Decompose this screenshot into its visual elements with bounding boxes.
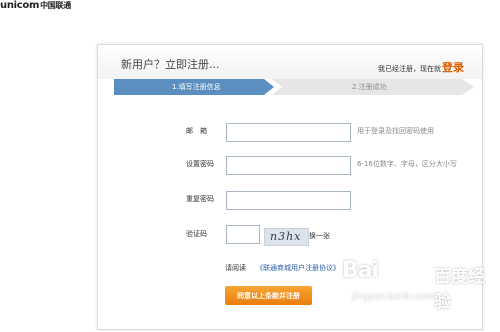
email-field[interactable] (226, 123, 351, 142)
logo-latin: unicom (0, 0, 40, 11)
card-header: 新用户？立即注册... 我已经注册，现在就登录 (98, 45, 482, 79)
agreement-link[interactable]: 《联通商城用户注册协议》 (256, 263, 340, 273)
page-title: 新用户？立即注册... (121, 58, 220, 71)
captcha-label: 验证码 (186, 230, 207, 238)
agree-register-button[interactable]: 同意以上条款并注册 (225, 286, 312, 305)
watermark-url: jingyan.baidu.com (352, 292, 436, 302)
email-hint: 用于登录及找回密码使用 (357, 127, 434, 135)
captcha-image-text: n3hx (270, 230, 302, 243)
login-hint: 我已经注册，现在就登录 (378, 59, 464, 75)
captcha-input[interactable] (226, 225, 260, 244)
password-label: 设置密码 (186, 160, 214, 168)
agreement-prefix: 请阅读 (225, 264, 246, 272)
watermark: Bai 百度经验 jingyan.baidu.com (342, 258, 500, 332)
captcha-refresh-link[interactable]: 换一张 (309, 231, 330, 241)
confirm-password-field[interactable] (226, 191, 351, 210)
step-fill-info: 1.填写注册信息 (114, 79, 274, 95)
login-link[interactable]: 登录 (442, 61, 464, 74)
unicom-logo: unicom中国联通 (0, 0, 71, 11)
watermark-label: 百度经验 (434, 262, 500, 312)
login-hint-text: 我已经注册，现在就 (378, 65, 441, 73)
step-success-label: 2.注册成功 (352, 83, 387, 91)
progress-steps: 1.填写注册信息 2.注册成功 (114, 79, 474, 95)
password-field[interactable] (226, 156, 351, 175)
watermark-brand: Bai (342, 258, 379, 283)
logo-cn: 中国联通 (40, 1, 71, 10)
captcha-image[interactable]: n3hx (264, 228, 309, 246)
step-success: 2.注册成功 (272, 79, 474, 95)
watermark-brand-cn: 百度 (434, 267, 468, 287)
step-fill-info-label: 1.填写注册信息 (172, 83, 221, 91)
email-label: 邮 箱 (186, 127, 207, 135)
confirm-password-label: 重复密码 (186, 195, 214, 203)
password-hint: 6-16位数字、字母，区分大小写 (357, 160, 457, 168)
